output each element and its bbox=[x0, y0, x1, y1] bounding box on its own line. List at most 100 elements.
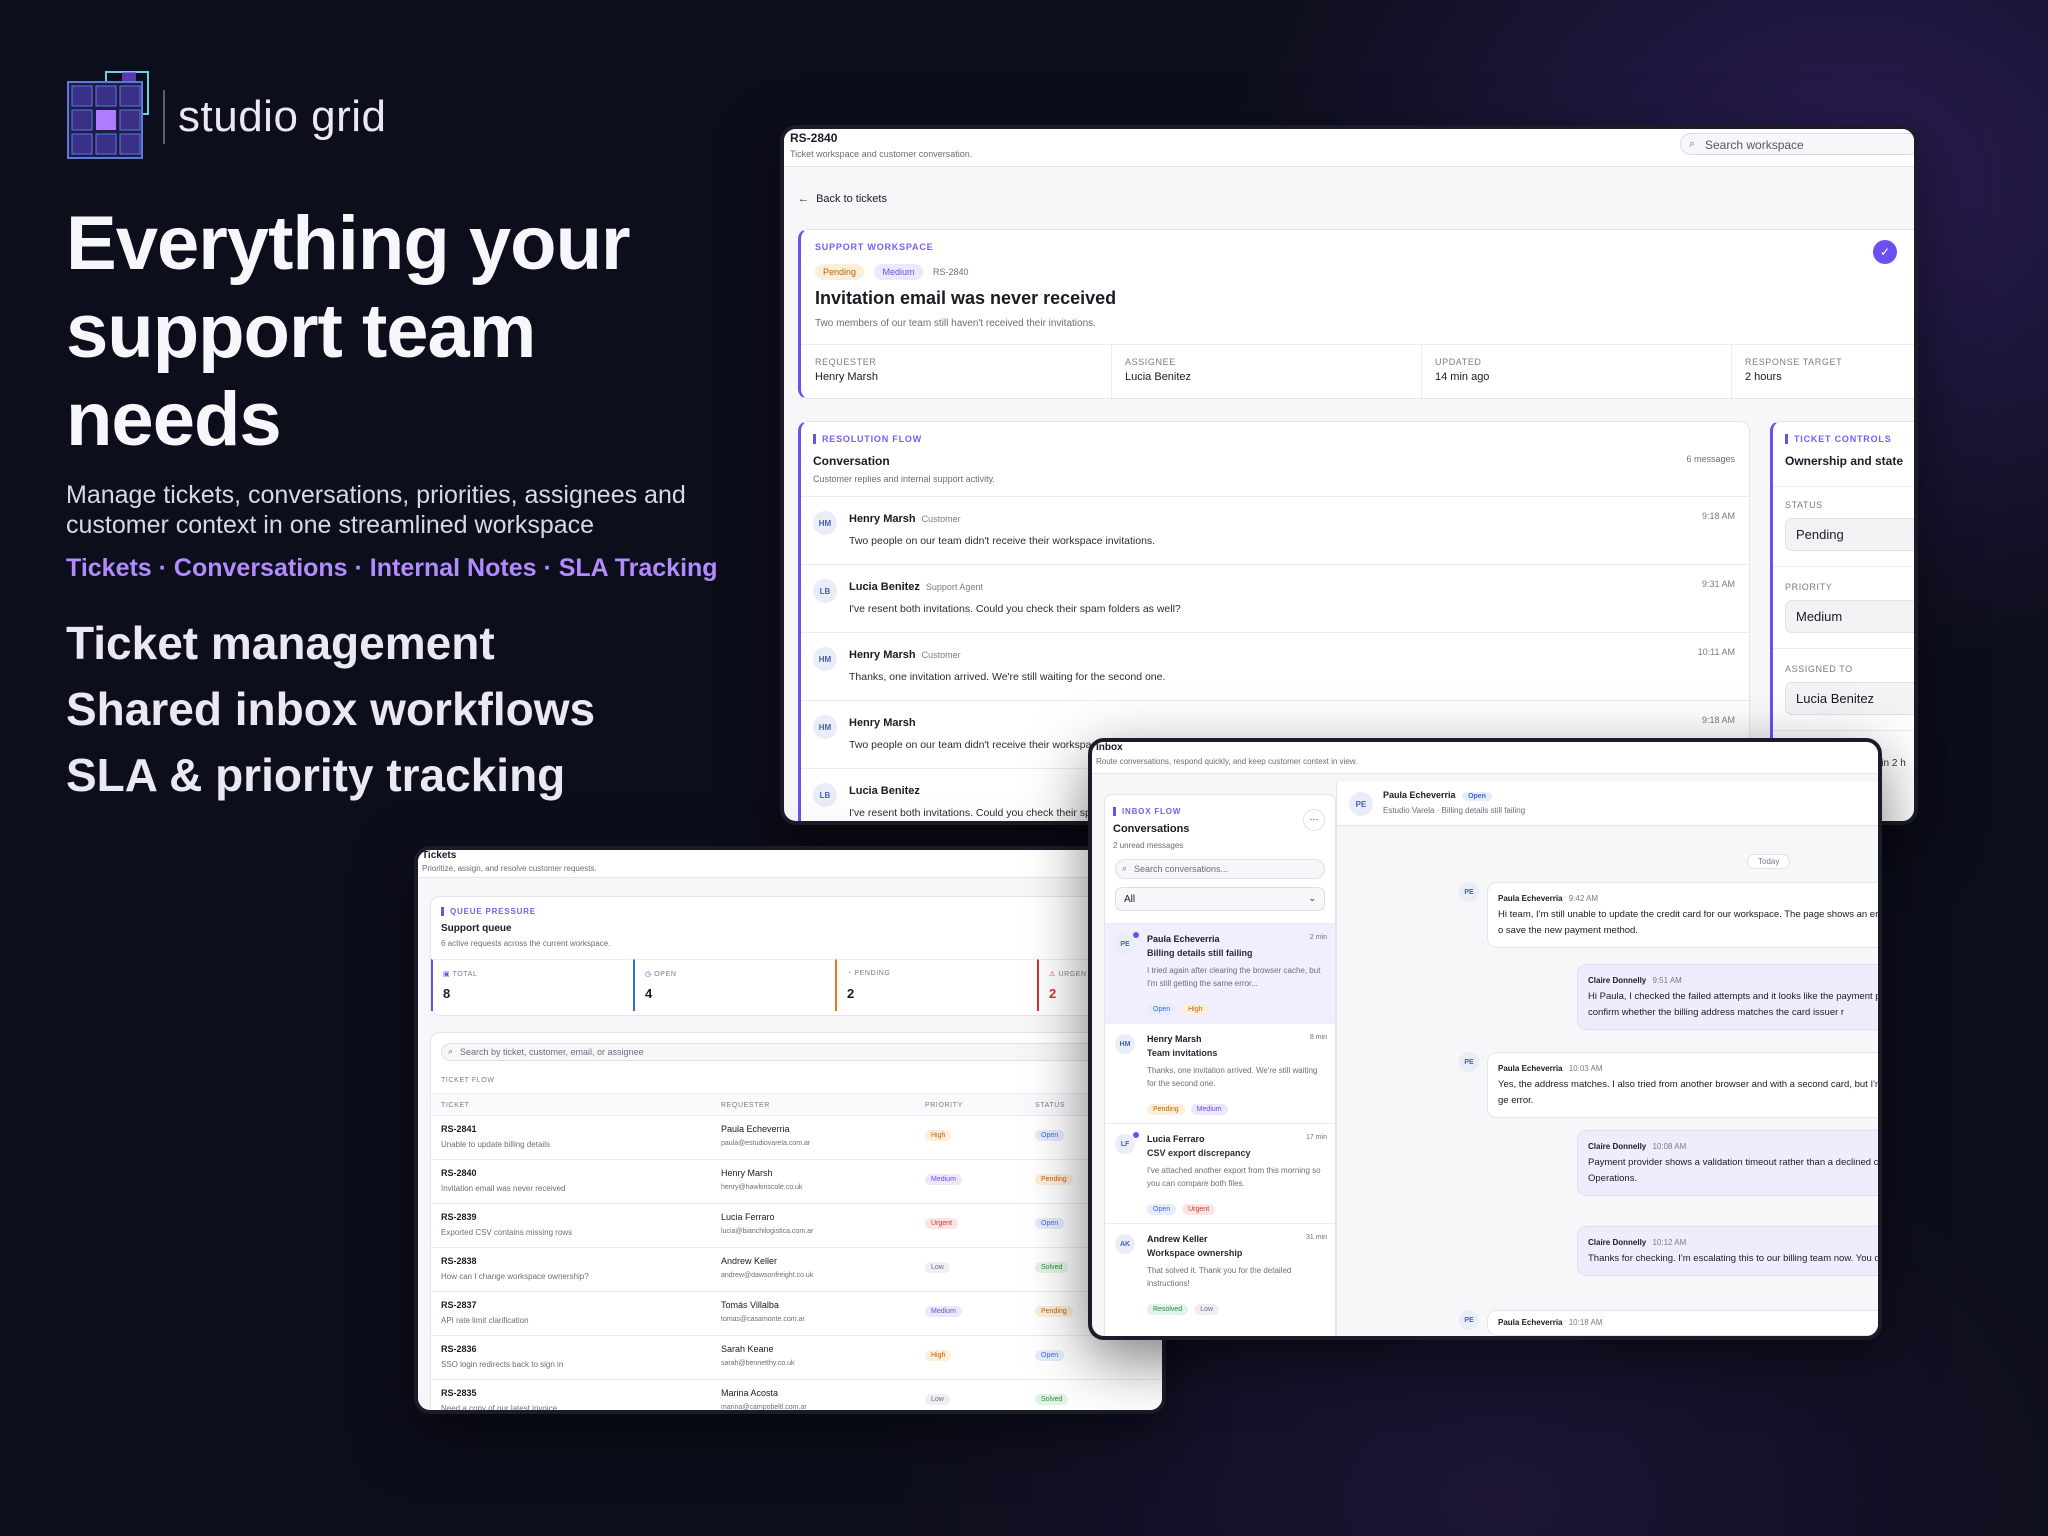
conversation-item[interactable]: LF Lucia Ferraro 17 min CSV export discr… bbox=[1105, 1123, 1335, 1223]
requester-email: marina@campobeltl.com.ar bbox=[721, 1404, 807, 1411]
inbox-header: Inbox Route conversations, respond quick… bbox=[1092, 742, 1878, 774]
ticket-badges: Pending Medium RS-2840 bbox=[815, 262, 968, 280]
queue-pressure-kicker: QUEUE PRESSURE bbox=[441, 907, 536, 916]
thread-header: PE Paula Echeverria Open Estudio Varela … bbox=[1337, 782, 1878, 826]
table-row[interactable]: RS-2835 Need a copy of our latest invoic… bbox=[431, 1379, 1162, 1411]
table-row[interactable]: RS-2838 How can I change workspace owner… bbox=[431, 1247, 1162, 1291]
ticket-search-input[interactable]: ⌕ Search by ticket, customer, email, or … bbox=[441, 1043, 1162, 1061]
tag-badge: Pending bbox=[1147, 1104, 1185, 1115]
meta-requester: REQUESTER Henry Marsh bbox=[815, 357, 878, 383]
tag-badge: Open bbox=[1147, 1204, 1177, 1215]
meta-assignee: ASSIGNEE Lucia Benitez bbox=[1125, 357, 1192, 383]
avatar: LB bbox=[813, 783, 837, 807]
status-badge: Pending bbox=[815, 264, 865, 280]
priority-badge: Medium bbox=[925, 1306, 962, 1317]
controls-title: Ownership and state bbox=[1785, 454, 1904, 468]
queue-card: QUEUE PRESSURE Support queue 6 active re… bbox=[430, 896, 1162, 1016]
status-select[interactable]: Pending bbox=[1785, 518, 1914, 551]
ticket-table-card: ⌕ Search by ticket, customer, email, or … bbox=[430, 1032, 1162, 1411]
resolution-flow-kicker: RESOLUTION FLOW bbox=[813, 434, 922, 444]
status-badge: Open bbox=[1035, 1130, 1065, 1141]
logo-divider bbox=[163, 90, 165, 144]
status-badge: Open bbox=[1035, 1350, 1065, 1361]
ticket-id: RS-2839 bbox=[441, 1212, 477, 1222]
conversation-name: Andrew Keller bbox=[1147, 1234, 1208, 1244]
arrow-left-icon: ← bbox=[798, 193, 809, 205]
feature-item: SLA & priority tracking bbox=[66, 749, 566, 801]
table-row[interactable]: RS-2839 Exported CSV contains missing ro… bbox=[431, 1203, 1162, 1247]
tag-badge: Resolved bbox=[1147, 1304, 1189, 1315]
message-bubble: Paula Echeverria 10:03 AM Yes, the addre… bbox=[1487, 1052, 1878, 1118]
requester-email: henry@hawkinscole.co.uk bbox=[721, 1184, 803, 1191]
inbox-icon: ▣ bbox=[443, 971, 451, 978]
conversation-list: INBOX FLOW Conversations 2 unread messag… bbox=[1104, 794, 1336, 1336]
filter-select[interactable]: All ⌄ bbox=[1115, 887, 1325, 911]
conversation-tags: Open High bbox=[1147, 998, 1215, 1016]
table-row[interactable]: RS-2836 SSO login redirects back to sign… bbox=[431, 1335, 1162, 1379]
conversation-item[interactable]: PE Paula Echeverria 2 min Billing detail… bbox=[1105, 923, 1335, 1023]
conversation-item[interactable]: HM Henry Marsh 8 min Team invitations Th… bbox=[1105, 1023, 1335, 1123]
conversation-title: Conversation bbox=[813, 454, 890, 468]
brand-name: studio grid bbox=[178, 92, 387, 141]
inbox-window: Inbox Route conversations, respond quick… bbox=[1088, 738, 1882, 1340]
tag-badge: Urgent bbox=[1182, 1204, 1216, 1215]
check-icon[interactable]: ✓ bbox=[1873, 240, 1897, 264]
back-to-tickets-link[interactable]: ← Back to tickets bbox=[798, 193, 887, 205]
avatar: HM bbox=[813, 715, 837, 739]
table-header: TICKET REQUESTER PRIORITY STATUS bbox=[431, 1093, 1162, 1115]
ticket-desc: How can I change workspace ownership? bbox=[441, 1272, 589, 1281]
ticket-desc: SSO login redirects back to sign in bbox=[441, 1360, 564, 1369]
conversation-preview: Thanks, one invitation arrived. We're st… bbox=[1147, 1066, 1318, 1088]
conversation-tags: Resolved Low bbox=[1147, 1298, 1225, 1316]
table-row[interactable]: RS-2837 API rate limit clarification Tom… bbox=[431, 1291, 1162, 1335]
queue-title: Support queue bbox=[441, 923, 512, 934]
conversation-item[interactable]: AK Andrew Keller 31 min Workspace owners… bbox=[1105, 1223, 1335, 1323]
avatar: AK bbox=[1115, 1234, 1135, 1254]
more-options-icon[interactable]: ··· bbox=[1303, 809, 1325, 831]
day-divider: Today bbox=[1747, 854, 1791, 869]
tickets-window: Tickets Prioritize, assign, and resolve … bbox=[414, 846, 1166, 1414]
conversation-subject: Team invitations bbox=[1147, 1048, 1218, 1058]
conversation-search-input[interactable]: ⌕ Search conversations... bbox=[1115, 859, 1325, 879]
message-item: HM Henry Marsh Customer 10:11 AM Thanks, … bbox=[801, 632, 1749, 700]
avatar: HM bbox=[813, 511, 837, 535]
requester-email: tomas@casamonte.com.ar bbox=[721, 1316, 805, 1323]
ticket-desc: Unable to update billing details bbox=[441, 1140, 550, 1149]
avatar: HM bbox=[1115, 1034, 1135, 1054]
ticket-desc: Invitation email was never received bbox=[441, 1184, 566, 1193]
requester-name: Paula Echeverria bbox=[721, 1124, 790, 1134]
ticket-summary-card: SUPPORT WORKSPACE Pending Medium RS-2840… bbox=[798, 229, 1914, 401]
tag-badge: High bbox=[1182, 1004, 1209, 1015]
unread-dot-icon bbox=[1133, 1132, 1139, 1138]
priority-select[interactable]: Medium bbox=[1785, 600, 1914, 633]
warning-icon: ⚠ bbox=[1049, 971, 1056, 978]
priority-badge: High bbox=[925, 1350, 952, 1361]
status-badge: Pending bbox=[1035, 1174, 1073, 1185]
feature-item: Ticket management bbox=[66, 617, 495, 669]
conversation-preview: I tried again after clearing the browser… bbox=[1147, 966, 1321, 988]
assignee-select[interactable]: Lucia Benitez bbox=[1785, 682, 1914, 715]
avatar: LF bbox=[1115, 1134, 1135, 1154]
workspace-search[interactable]: ⌕ Search workspace bbox=[1680, 133, 1914, 155]
search-icon: ⌕ bbox=[1689, 138, 1696, 150]
hero-tags: Tickets · Conversations · Internal Notes… bbox=[66, 554, 718, 582]
table-row[interactable]: RS-2840 Invitation email was never recei… bbox=[431, 1159, 1162, 1203]
requester-name: Marina Acosta bbox=[721, 1388, 779, 1398]
message-count: 6 messages bbox=[1686, 454, 1735, 464]
ticket-id: RS-2836 bbox=[441, 1344, 477, 1354]
requester-email: sarah@bennetthy.co.uk bbox=[721, 1360, 795, 1367]
table-row[interactable]: RS-2841 Unable to update billing details… bbox=[431, 1115, 1162, 1159]
inbox-subtitle: Route conversations, respond quickly, an… bbox=[1096, 757, 1358, 766]
conversation-tags: Open Urgent bbox=[1147, 1198, 1221, 1216]
requester-email: paula@estudiovarela.com.ar bbox=[721, 1140, 811, 1147]
avatar: HM bbox=[813, 647, 837, 671]
search-icon: ⌕ bbox=[448, 1046, 454, 1056]
ticket-id: RS-2840 bbox=[932, 267, 969, 277]
conversation-time: 8 min bbox=[1309, 1034, 1327, 1041]
conversation-name: Paula Echeverria bbox=[1147, 934, 1220, 944]
inbox-flow-kicker: INBOX FLOW bbox=[1113, 807, 1181, 816]
requester-name: Sarah Keane bbox=[721, 1344, 774, 1354]
priority-badge: Low bbox=[925, 1394, 950, 1405]
feature-list: Ticket management Shared inbox workflows… bbox=[66, 610, 595, 808]
ticket-desc: Exported CSV contains missing rows bbox=[441, 1228, 573, 1237]
